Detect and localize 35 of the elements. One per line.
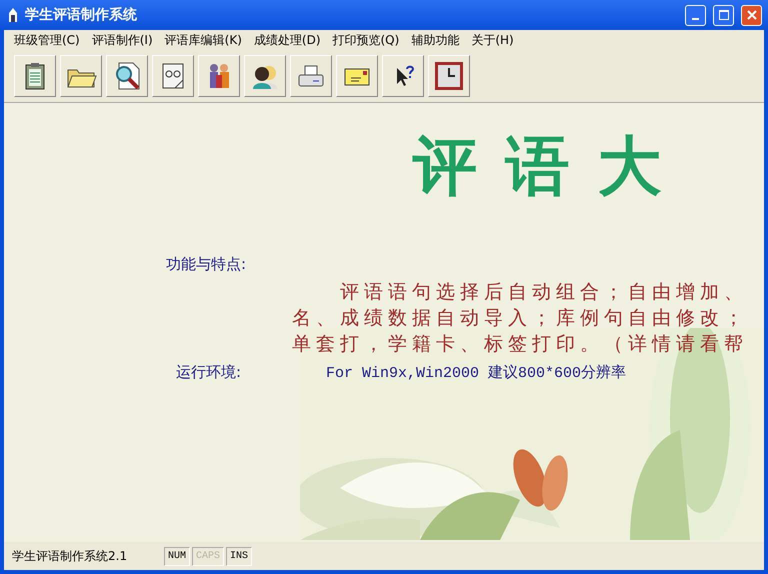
menu-item[interactable]: 评语库编辑(K) [158, 32, 248, 48]
window-title: 学生评语制作系统 [25, 6, 138, 24]
key-indicator: INS [226, 546, 252, 566]
toolbar-button[interactable] [244, 55, 286, 97]
maximize-icon [718, 10, 728, 20]
toolbar-button[interactable] [336, 55, 378, 97]
menu-item[interactable]: 打印预览(Q) [326, 32, 406, 48]
toolbar-button[interactable] [14, 55, 56, 97]
features-label: 功能与特点: [166, 255, 246, 274]
menu-item[interactable]: 班级管理(C) [8, 32, 86, 48]
environment-text: For Win9x,Win2000 建议800*600分辨率 [326, 363, 626, 382]
clock-icon [433, 60, 465, 92]
feature-text: 单套打，学籍卡、标签打印。（详情请看帮 [292, 332, 748, 357]
minimize-icon [692, 18, 699, 20]
toolbar-button[interactable] [382, 55, 424, 97]
menu-item[interactable]: 评语制作(I) [86, 32, 159, 48]
close-button[interactable] [741, 4, 762, 26]
banner-title: 评 语 大 [411, 128, 663, 206]
toolbar-button[interactable] [106, 55, 148, 97]
feature-text: 评语语句选择后自动组合；自由增加、 [340, 280, 748, 305]
app-icon [6, 7, 20, 23]
maximize-button[interactable] [713, 4, 734, 26]
toolbar-button[interactable] [428, 55, 470, 97]
menu-item[interactable]: 辅助功能 [405, 32, 466, 48]
status-text: 学生评语制作系统2.1 [11, 548, 128, 564]
key-indicator: NUM [164, 546, 190, 566]
close-icon [746, 10, 756, 20]
minimize-button[interactable] [685, 4, 706, 26]
toolbar-button[interactable] [290, 55, 332, 97]
environment-label: 运行环境: [176, 363, 242, 382]
menu-item[interactable]: 成绩处理(D) [248, 32, 326, 48]
toolbar-button[interactable] [60, 55, 102, 97]
menu-item[interactable]: 关于(H) [465, 32, 520, 48]
feature-text: 名、成绩数据自动导入；库例句自由修改； [292, 306, 748, 331]
toolbar-button[interactable] [152, 55, 194, 97]
